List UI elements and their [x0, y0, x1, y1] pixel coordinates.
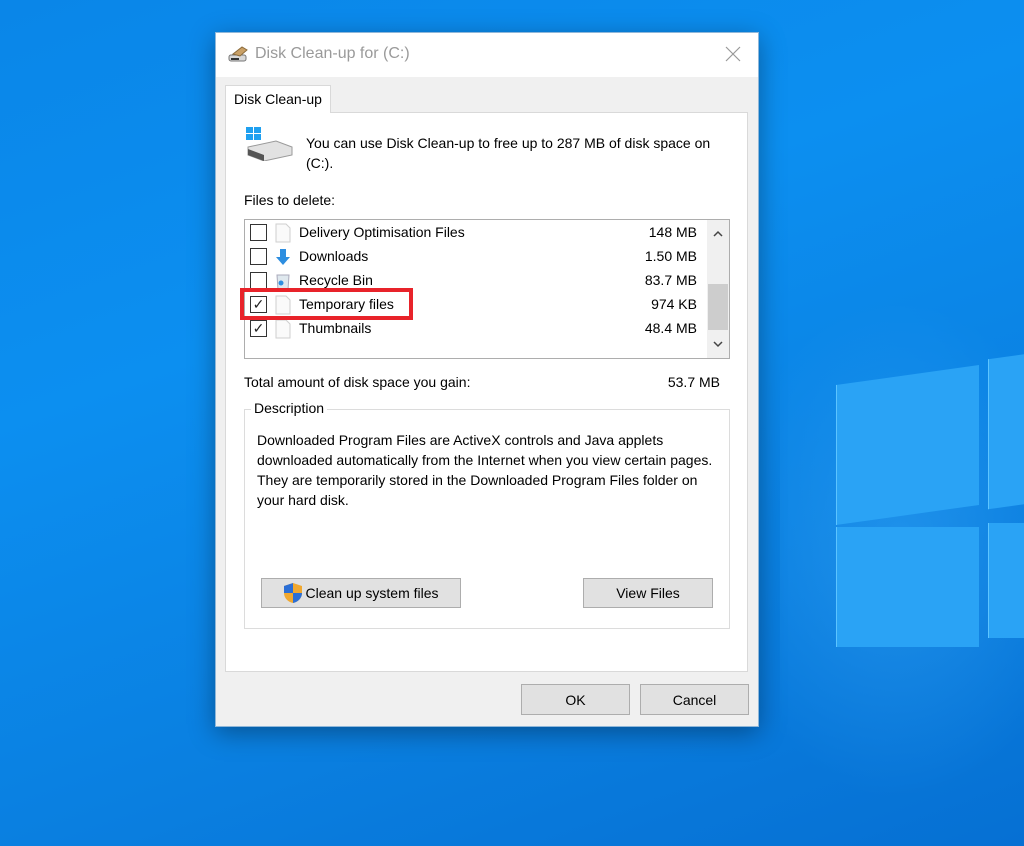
list-item[interactable]: Delivery Optimisation Files 148 MB [245, 220, 705, 244]
files-list[interactable]: Delivery Optimisation Files 148 MB Downl… [244, 219, 730, 359]
file-size: 83.7 MB [644, 272, 697, 288]
ok-button[interactable]: OK [521, 684, 630, 715]
description-title: Description [251, 400, 328, 416]
file-size: 1.50 MB [644, 248, 697, 264]
list-item[interactable]: ✓ Temporary files 974 KB [245, 292, 705, 316]
view-files-button[interactable]: View Files [583, 578, 713, 608]
list-item[interactable]: Recycle Bin 83.7 MB [245, 268, 705, 292]
scroll-up-button[interactable] [707, 224, 729, 244]
file-icon [275, 295, 291, 315]
disk-cleanup-dialog: Disk Clean-up for (C:) Disk Clean-up You… [215, 32, 759, 727]
list-item[interactable]: ✓ Thumbnails 48.4 MB [245, 316, 705, 340]
disk-cleanup-icon [228, 46, 248, 62]
checkbox[interactable] [250, 248, 267, 265]
checkbox[interactable]: ✓ [250, 320, 267, 337]
download-arrow-icon [276, 249, 290, 265]
drive-icon [246, 127, 293, 161]
files-to-delete-label: Files to delete: [244, 192, 336, 208]
total-value: 53.7 MB [667, 374, 720, 390]
chevron-up-icon [713, 230, 723, 237]
title-bar[interactable]: Disk Clean-up for (C:) [216, 33, 758, 77]
tab-panel: You can use Disk Clean-up to free up to … [225, 112, 748, 672]
cancel-button[interactable]: Cancel [640, 684, 749, 715]
list-item[interactable]: Downloads 1.50 MB [245, 244, 705, 268]
recycle-bin-icon [276, 274, 290, 291]
description-group: Description Downloaded Program Files are… [244, 400, 730, 629]
checkbox[interactable]: ✓ [250, 296, 267, 313]
file-name: Temporary files [299, 296, 394, 312]
scrollbar[interactable] [707, 220, 729, 358]
file-name: Downloads [299, 248, 369, 264]
file-size: 974 KB [651, 296, 697, 312]
close-icon [725, 46, 741, 62]
tab-disk-cleanup[interactable]: Disk Clean-up [225, 85, 331, 113]
intro-text: You can use Disk Clean-up to free up to … [306, 135, 711, 171]
checkbox[interactable] [250, 272, 267, 289]
file-name: Thumbnails [299, 320, 372, 336]
clean-up-system-files-button[interactable]: Clean up system files [261, 578, 461, 608]
close-button[interactable] [716, 39, 750, 69]
file-name: Recycle Bin [299, 272, 373, 288]
file-icon [275, 223, 291, 243]
file-name: Delivery Optimisation Files [299, 224, 465, 240]
total-label: Total amount of disk space you gain: [244, 374, 471, 390]
file-size: 148 MB [648, 224, 697, 240]
scroll-down-button[interactable] [707, 334, 729, 354]
file-size: 48.4 MB [644, 320, 697, 336]
window-title: Disk Clean-up for (C:) [255, 45, 410, 62]
description-text: Downloaded Program Files are ActiveX con… [257, 432, 713, 508]
file-icon [275, 319, 291, 339]
chevron-down-icon [713, 341, 723, 348]
checkbox[interactable] [250, 224, 267, 241]
uac-shield-icon [284, 583, 303, 603]
scrollbar-thumb[interactable] [708, 284, 728, 330]
clean-up-system-files-label: Clean up system files [305, 585, 439, 601]
windows-logo-wallpaper [836, 350, 1024, 655]
